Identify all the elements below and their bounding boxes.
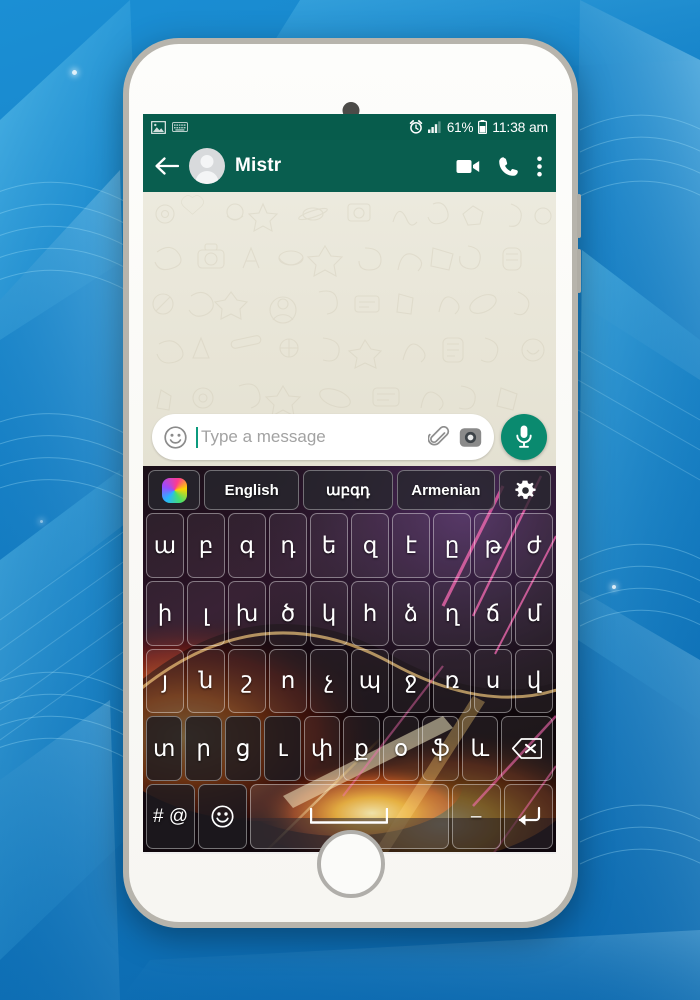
key-letter[interactable]: ջ: [392, 648, 430, 714]
keyboard-row-1: ա բ գ դ ե զ է ը թ ժ: [146, 513, 553, 578]
message-input-placeholder[interactable]: Type a message: [201, 427, 419, 447]
volume-up-button[interactable]: [577, 194, 581, 238]
key-letter[interactable]: օ: [382, 716, 420, 782]
key-letter[interactable]: դ: [269, 513, 307, 578]
key-letter[interactable]: լ: [187, 580, 225, 646]
keyboard-row-3: յ ն շ ո չ պ ջ ռ ս վ: [146, 648, 553, 714]
home-button[interactable]: [316, 830, 385, 898]
chat-message-area: Type a message: [143, 192, 556, 466]
key-letter[interactable]: չ: [310, 648, 348, 714]
key-letter[interactable]: ւ: [264, 716, 301, 782]
key-letter[interactable]: ց: [224, 716, 262, 782]
key-letter[interactable]: ռ: [433, 648, 471, 714]
theme-button[interactable]: [148, 470, 200, 510]
battery-icon: [478, 120, 488, 134]
emoji-icon[interactable]: [164, 425, 187, 449]
key-letter[interactable]: կ: [310, 580, 348, 646]
overflow-menu-icon[interactable]: [537, 156, 542, 177]
key-letter[interactable]: զ: [351, 513, 389, 578]
chat-app-bar: Mistr: [143, 140, 556, 192]
key-letter[interactable]: հ: [351, 580, 389, 646]
message-input-pill[interactable]: Type a message: [152, 414, 494, 460]
app-bar-actions: [456, 156, 544, 177]
keyboard-keys: English աբգդ Armenian ա բ գ դ ե զ է ը թ …: [146, 470, 554, 849]
key-letter[interactable]: ծ: [269, 580, 307, 646]
status-bar: 61% 11:38 am: [143, 114, 556, 140]
key-letter[interactable]: ի: [146, 580, 184, 646]
dash-key[interactable]: –: [451, 784, 501, 849]
key-letter[interactable]: շ: [228, 648, 266, 714]
keyboard-icon: [172, 122, 188, 132]
key-letter[interactable]: և: [461, 716, 499, 782]
enter-icon: [518, 806, 540, 826]
key-letter[interactable]: ե: [310, 513, 348, 578]
key-letter[interactable]: ր: [185, 716, 222, 782]
key-letter[interactable]: ս: [474, 648, 512, 714]
key-letter[interactable]: ղ: [433, 580, 471, 646]
key-letter[interactable]: ո: [269, 648, 307, 714]
keyboard-row-2: ի լ խ ծ կ հ ձ ղ ճ մ: [146, 580, 553, 646]
text-cursor: [196, 426, 198, 448]
key-letter[interactable]: ժ: [515, 513, 553, 578]
volume-down-button[interactable]: [577, 249, 581, 293]
key-letter[interactable]: բ: [187, 513, 225, 578]
key-letter[interactable]: ձ: [392, 580, 430, 646]
key-letter[interactable]: խ: [228, 580, 266, 646]
status-bar-clock: 11:38 am: [492, 119, 548, 135]
signal-bars-icon: [427, 121, 441, 133]
spark-dot: [612, 585, 616, 589]
language-native-button[interactable]: աբգդ: [303, 470, 393, 510]
keyboard-row-4: տ ր ց ւ փ ք օ ֆ և: [146, 716, 554, 782]
message-input-bar: Type a message: [143, 414, 556, 460]
microphone-icon: [516, 425, 532, 448]
armenian-keyboard: English աբգդ Armenian ա բ գ դ ե զ է ը թ …: [143, 466, 556, 854]
spacebar-icon: [310, 808, 389, 824]
key-letter[interactable]: ճ: [474, 580, 512, 646]
voice-record-button[interactable]: [501, 414, 547, 460]
key-letter[interactable]: ն: [187, 648, 225, 714]
key-letter[interactable]: գ: [228, 513, 266, 578]
key-letter[interactable]: տ: [146, 716, 183, 782]
key-letter[interactable]: ա: [146, 513, 184, 578]
key-letter[interactable]: է: [392, 513, 430, 578]
avatar[interactable]: [189, 148, 225, 184]
key-letter[interactable]: մ: [515, 580, 553, 646]
image-notification-icon: [151, 120, 166, 134]
status-bar-left-icons: [151, 120, 188, 134]
battery-percentage: 61%: [446, 119, 474, 135]
language-english-button[interactable]: English: [204, 470, 300, 510]
backspace-key[interactable]: [501, 716, 554, 782]
video-call-icon[interactable]: [456, 158, 480, 175]
symbols-key[interactable]: # @: [146, 784, 196, 849]
phone-device-frame: 61% 11:38 am Mistr Type a message Englis…: [123, 38, 581, 928]
phone-screen: 61% 11:38 am Mistr Type a message Englis…: [143, 114, 556, 854]
page-title: Mistr: [235, 155, 282, 176]
key-letter[interactable]: փ: [303, 716, 341, 782]
back-arrow-icon[interactable]: [155, 156, 179, 176]
spark-dot: [72, 70, 77, 75]
language-armenian-button[interactable]: Armenian: [396, 470, 495, 510]
alarm-clock-icon: [409, 120, 423, 134]
key-letter[interactable]: վ: [515, 648, 553, 714]
camera-icon[interactable]: [459, 426, 482, 449]
key-letter[interactable]: յ: [146, 648, 184, 714]
settings-button[interactable]: [499, 470, 551, 510]
emoji-key[interactable]: [198, 784, 248, 849]
status-bar-right-icons: 61% 11:38 am: [409, 119, 548, 135]
emoji-icon: [211, 805, 234, 828]
enter-key[interactable]: [503, 784, 553, 849]
key-letter[interactable]: ֆ: [422, 716, 459, 782]
key-letter[interactable]: ք: [343, 716, 380, 782]
theme-color-wheel-icon: [161, 477, 187, 503]
backspace-icon: [512, 738, 543, 760]
key-letter[interactable]: պ: [351, 648, 389, 714]
key-letter[interactable]: թ: [474, 513, 512, 578]
spark-dot: [40, 520, 43, 523]
paperclip-icon[interactable]: [428, 426, 450, 448]
keyboard-toolbar: English աբգդ Armenian: [146, 470, 553, 510]
key-letter[interactable]: ը: [433, 513, 471, 578]
gear-icon: [514, 480, 536, 499]
voice-call-icon[interactable]: [498, 156, 519, 177]
